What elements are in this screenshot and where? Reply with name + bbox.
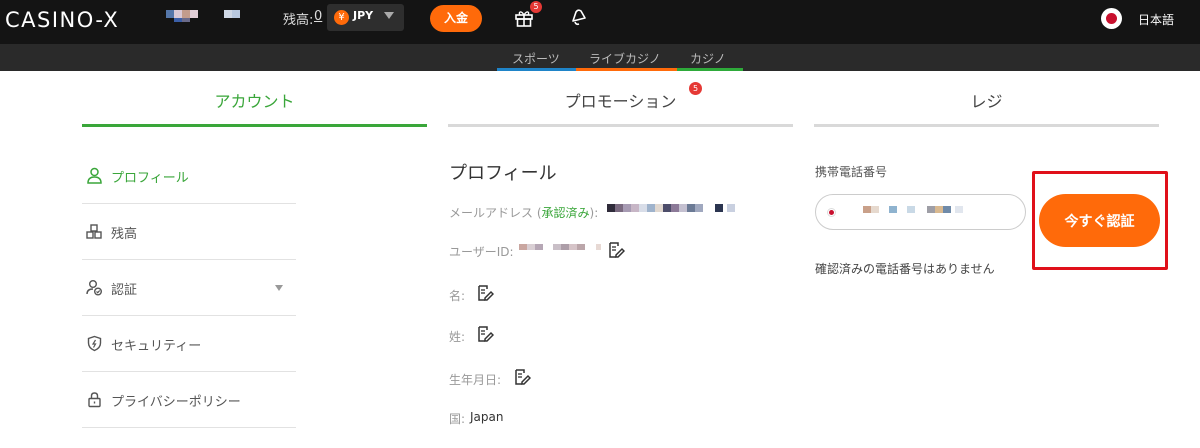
sidebar-item-label: セキュリティー [111,339,202,354]
bell-icon[interactable] [568,7,588,27]
tab-account-underline [82,124,427,127]
sidebar-item-label: 残高 [111,227,138,242]
edit-icon[interactable] [476,284,494,302]
top-bar: CASINO-X 残高: 0 ¥ JPY 入金 5 日本語 [0,0,1200,44]
subnav-casino-underline [677,68,743,71]
email-verified-status: 承認済み [541,206,590,220]
country-label: 国: [449,412,466,426]
subnav-live-casino-underline [576,68,677,71]
email-label: メールアドレス (承認済み): [449,206,599,220]
edit-icon[interactable] [513,368,531,386]
tab-promotion-underline [448,124,793,127]
chevron-down-icon [384,12,394,19]
sidebar-item-balance[interactable]: 残高 [82,204,296,260]
verify-now-button[interactable]: 今すぐ認証 [1039,194,1160,247]
phone-label: 携帯電話番号 [815,165,888,179]
subnav-sports-underline [497,68,576,71]
sub-navigation: スポーツ ライブカジノ カジノ [0,44,1200,71]
yen-icon: ¥ [334,10,349,25]
birthday-label: 生年月日: [449,373,502,387]
no-verified-phone-message: 確認済みの電話番号はありません [815,262,995,276]
tab-cashier[interactable]: レジ [814,88,1159,112]
promotion-badge: 5 [689,82,702,95]
coins-icon [86,224,102,239]
chevron-down-icon[interactable] [275,285,283,291]
casino-logo[interactable]: CASINO-X [5,8,119,32]
subnav-sports[interactable]: スポーツ [512,50,560,67]
balance-label: 残高: [283,13,314,28]
currency-selector[interactable]: ¥ JPY [327,4,404,31]
first-name-label: 名: [449,289,466,303]
deposit-button[interactable]: 入金 [430,5,482,32]
sidebar-item-profile[interactable]: プロフィール [82,148,296,204]
last-name-label: 姓: [449,330,466,344]
sidebar-item-verification[interactable]: 認証 [82,260,296,316]
tab-account[interactable]: アカウント [82,88,427,112]
japan-flag-icon [827,208,836,217]
sidebar-item-security[interactable]: セキュリティー [82,316,296,372]
edit-icon[interactable] [476,325,494,343]
gift-badge: 5 [530,1,542,13]
sidebar-item-label: プライバシーポリシー [111,395,241,410]
tab-promotion[interactable]: プロモーション [448,88,793,112]
country-value: Japan [470,410,504,424]
sidebar-item-privacy-policy[interactable]: プライバシーポリシー [82,372,296,428]
subnav-live-casino[interactable]: ライブカジノ [589,50,661,67]
balance-value[interactable]: 0 [314,9,322,24]
profile-title: プロフィール [449,163,557,184]
tab-cashier-underline [814,124,1159,127]
sidebar-item-label: 認証 [111,283,138,298]
user-icon [87,167,102,184]
edit-icon[interactable] [607,241,625,259]
sidebar-item-label: プロフィール [111,171,189,186]
japan-flag-icon[interactable] [1101,8,1122,29]
language-selector[interactable]: 日本語 [1138,11,1174,28]
phone-input[interactable] [815,194,1026,230]
lock-icon [88,392,101,408]
shield-icon [87,335,102,352]
user-id-label: ユーザーID: [449,245,514,259]
currency-code: JPY [353,9,374,22]
subnav-casino[interactable]: カジノ [690,50,726,67]
user-check-icon [86,280,102,296]
